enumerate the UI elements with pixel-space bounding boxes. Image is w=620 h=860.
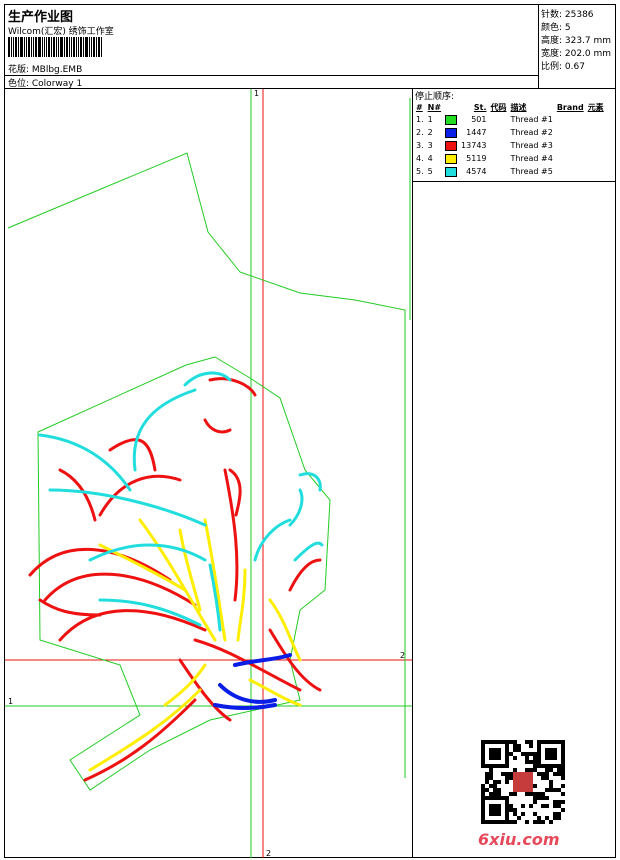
embroidery-boundary	[37, 356, 331, 791]
stitch-layer-yellow	[88, 518, 302, 772]
stitch-layer-red	[28, 377, 322, 782]
guide-label-h1: 1	[8, 697, 13, 706]
watermark-logo: 6xiu.com	[478, 830, 560, 849]
guide-label-h2: 2	[400, 651, 405, 660]
guide-label-v1: 1	[254, 89, 259, 98]
design-canvas: 1 2 1 2	[5, 89, 412, 858]
guide-label-v2: 2	[266, 849, 271, 858]
garment-outline	[7, 152, 406, 778]
qr-code	[481, 740, 565, 824]
